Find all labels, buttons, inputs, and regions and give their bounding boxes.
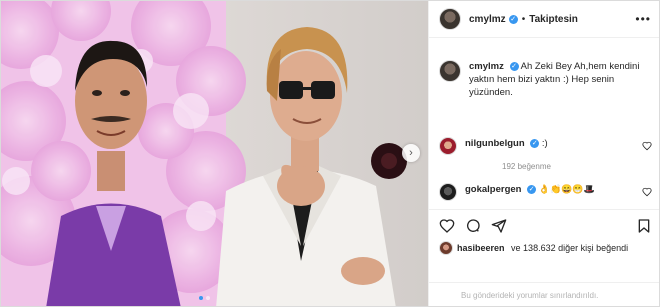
comment-item: nilgunbelgun ✓ :) — [439, 137, 652, 155]
comments-section: cmylmz ✓ Ah Zeki Bey Ah,hem kendini yakt… — [429, 38, 659, 206]
carousel-dot-active — [199, 296, 203, 300]
commenter-avatar[interactable] — [439, 183, 457, 201]
post-caption: cmylmz ✓ Ah Zeki Bey Ah,hem kendini yakt… — [439, 60, 652, 99]
following-button[interactable]: Takiptesin — [529, 14, 578, 25]
post-actions-bar — [429, 209, 659, 241]
caption-avatar[interactable] — [439, 60, 461, 82]
comment-username[interactable]: nilgunbelgun — [465, 138, 525, 149]
heart-icon[interactable] — [642, 187, 652, 197]
caption-body: cmylmz ✓ Ah Zeki Bey Ah,hem kendini yakt… — [469, 60, 644, 99]
author-avatar[interactable] — [439, 8, 461, 30]
comment-username[interactable]: gokalpergen — [465, 184, 522, 195]
post-photo[interactable]: › — [1, 1, 428, 306]
liker-username[interactable]: hasibeeren — [457, 243, 505, 253]
caption-username[interactable]: cmylmz — [469, 61, 504, 72]
author-username[interactable]: cmylmz — [469, 14, 506, 25]
photo-illustration — [1, 1, 428, 306]
instagram-post-window: › cmylmz ✓ • Takiptesin ••• cmylmz ✓ Ah … — [0, 0, 660, 307]
verified-badge-icon: ✓ — [508, 14, 518, 24]
liker-avatar[interactable] — [439, 241, 453, 255]
post-header: cmylmz ✓ • Takiptesin ••• — [429, 1, 659, 38]
post-side-panel: cmylmz ✓ • Takiptesin ••• cmylmz ✓ Ah Ze… — [428, 1, 659, 306]
comment-icon[interactable] — [465, 218, 481, 234]
verified-badge-icon: ✓ — [509, 61, 519, 71]
bookmark-icon[interactable] — [636, 218, 652, 234]
verified-badge-icon: ✓ — [527, 184, 537, 194]
carousel-indicator — [199, 296, 210, 300]
share-icon[interactable] — [491, 218, 507, 234]
more-options-icon[interactable]: ••• — [635, 12, 651, 26]
comment-text: 👌👏😄😁🎩 — [538, 184, 595, 194]
header-separator: • — [521, 13, 526, 25]
chevron-right-icon: › — [409, 147, 413, 159]
comment-item: gokalpergen ✓ 👌👏😄😁🎩 — [439, 183, 652, 201]
next-image-button[interactable]: › — [402, 144, 420, 162]
heart-icon[interactable] — [642, 141, 652, 151]
comment-body: gokalpergen ✓ 👌👏😄😁🎩 — [465, 183, 595, 196]
comments-limited-notice: Bu gönderideki yorumlar sınırlandırıldı. — [429, 282, 659, 306]
comment-likes-count[interactable]: 192 beğenme — [502, 162, 652, 171]
comment-text: :) — [541, 138, 548, 149]
verified-badge-icon: ✓ — [530, 138, 540, 148]
commenter-avatar[interactable] — [439, 137, 457, 155]
comment-body: nilgunbelgun ✓ :) — [465, 137, 548, 150]
heart-icon[interactable] — [439, 218, 455, 234]
liked-by-summary: hasibeeren ve 138.632 diğer kişi beğendi — [439, 241, 628, 255]
liked-by-rest[interactable]: ve 138.632 diğer kişi beğendi — [511, 243, 628, 253]
liked-by-text: hasibeeren ve 138.632 diğer kişi beğendi — [457, 243, 628, 253]
carousel-dot — [206, 296, 210, 300]
